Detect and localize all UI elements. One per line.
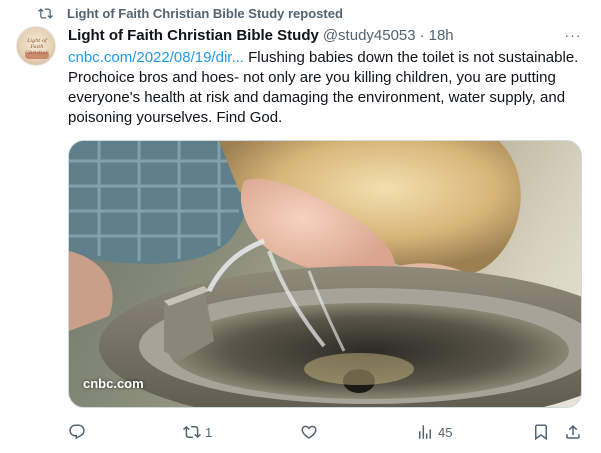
repost-icon — [38, 7, 53, 19]
avatar[interactable]: Light of Faith Christian — [16, 26, 56, 66]
action-bar: 1 45 — [58, 418, 592, 446]
tweet-link[interactable]: cnbc.com/2022/08/19/dir... — [68, 49, 244, 66]
avatar-decoration — [25, 52, 49, 59]
views-count: 45 — [438, 424, 453, 440]
media-photo — [69, 141, 581, 407]
bookmark-icon — [535, 424, 547, 441]
more-icon[interactable]: ··· — [563, 25, 583, 45]
views-icon — [419, 425, 431, 439]
repost-count: 1 — [205, 424, 213, 440]
share-icon — [566, 424, 580, 439]
display-name[interactable]: Light of Faith Christian Bible Study — [68, 27, 319, 44]
repost-button[interactable]: 1 — [183, 418, 212, 446]
media-card[interactable]: cnbc.com — [68, 140, 582, 408]
media-domain-label: cnbc.com — [83, 376, 144, 391]
separator-dot: · — [419, 26, 425, 44]
reply-button[interactable] — [68, 418, 90, 446]
repost-icon — [183, 425, 201, 439]
views-button[interactable]: 45 — [416, 418, 452, 446]
bookmark-button[interactable] — [532, 418, 550, 446]
heart-icon — [301, 425, 317, 439]
repost-label: Light of Faith Christian Bible Study rep… — [67, 5, 343, 21]
tweet-header: Light of Faith Christian Bible Study @st… — [68, 25, 561, 45]
reply-icon — [69, 424, 85, 440]
user-handle[interactable]: @study45053 — [323, 27, 416, 44]
share-button[interactable] — [564, 418, 582, 446]
like-button[interactable] — [300, 418, 322, 446]
tweet-text: cnbc.com/2022/08/19/dir... Flushing babi… — [68, 48, 588, 128]
timestamp[interactable]: 18h — [429, 27, 454, 44]
repost-context[interactable]: Light of Faith Christian Bible Study rep… — [38, 3, 343, 23]
